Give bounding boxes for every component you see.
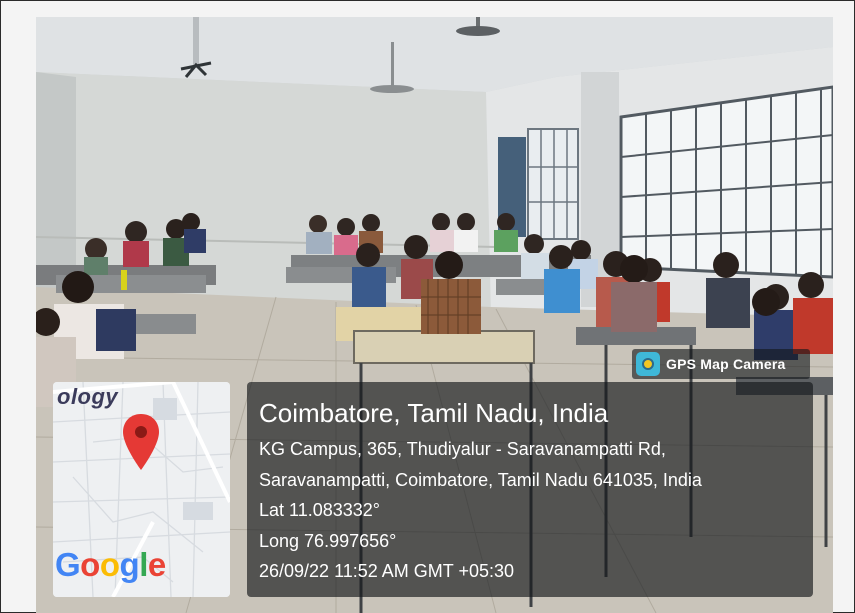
gps-map-camera-label: GPS Map Camera xyxy=(666,356,786,372)
map-pin-icon xyxy=(123,414,159,470)
location-city: Coimbatore, Tamil Nadu, India xyxy=(259,398,609,428)
location-info-panel: Coimbatore, Tamil Nadu, India KG Campus,… xyxy=(247,382,813,597)
timestamp: 26/09/22 11:52 AM GMT +05:30 xyxy=(259,561,515,581)
map-partial-label: ology xyxy=(57,384,119,409)
latitude: Lat 11.083332° xyxy=(259,500,380,520)
location-map-thumbnail: ology Google xyxy=(53,382,230,597)
gps-map-camera-icon xyxy=(636,352,660,376)
longitude: Long 76.997656° xyxy=(259,530,397,551)
gps-map-camera-badge: GPS Map Camera xyxy=(632,349,810,379)
google-logo: Google xyxy=(55,546,166,583)
address-line-1: KG Campus, 365, Thudiyalur - Saravanampa… xyxy=(259,439,666,459)
address-line-2: Saravanampatti, Coimbatore, Tamil Nadu 6… xyxy=(259,469,702,490)
